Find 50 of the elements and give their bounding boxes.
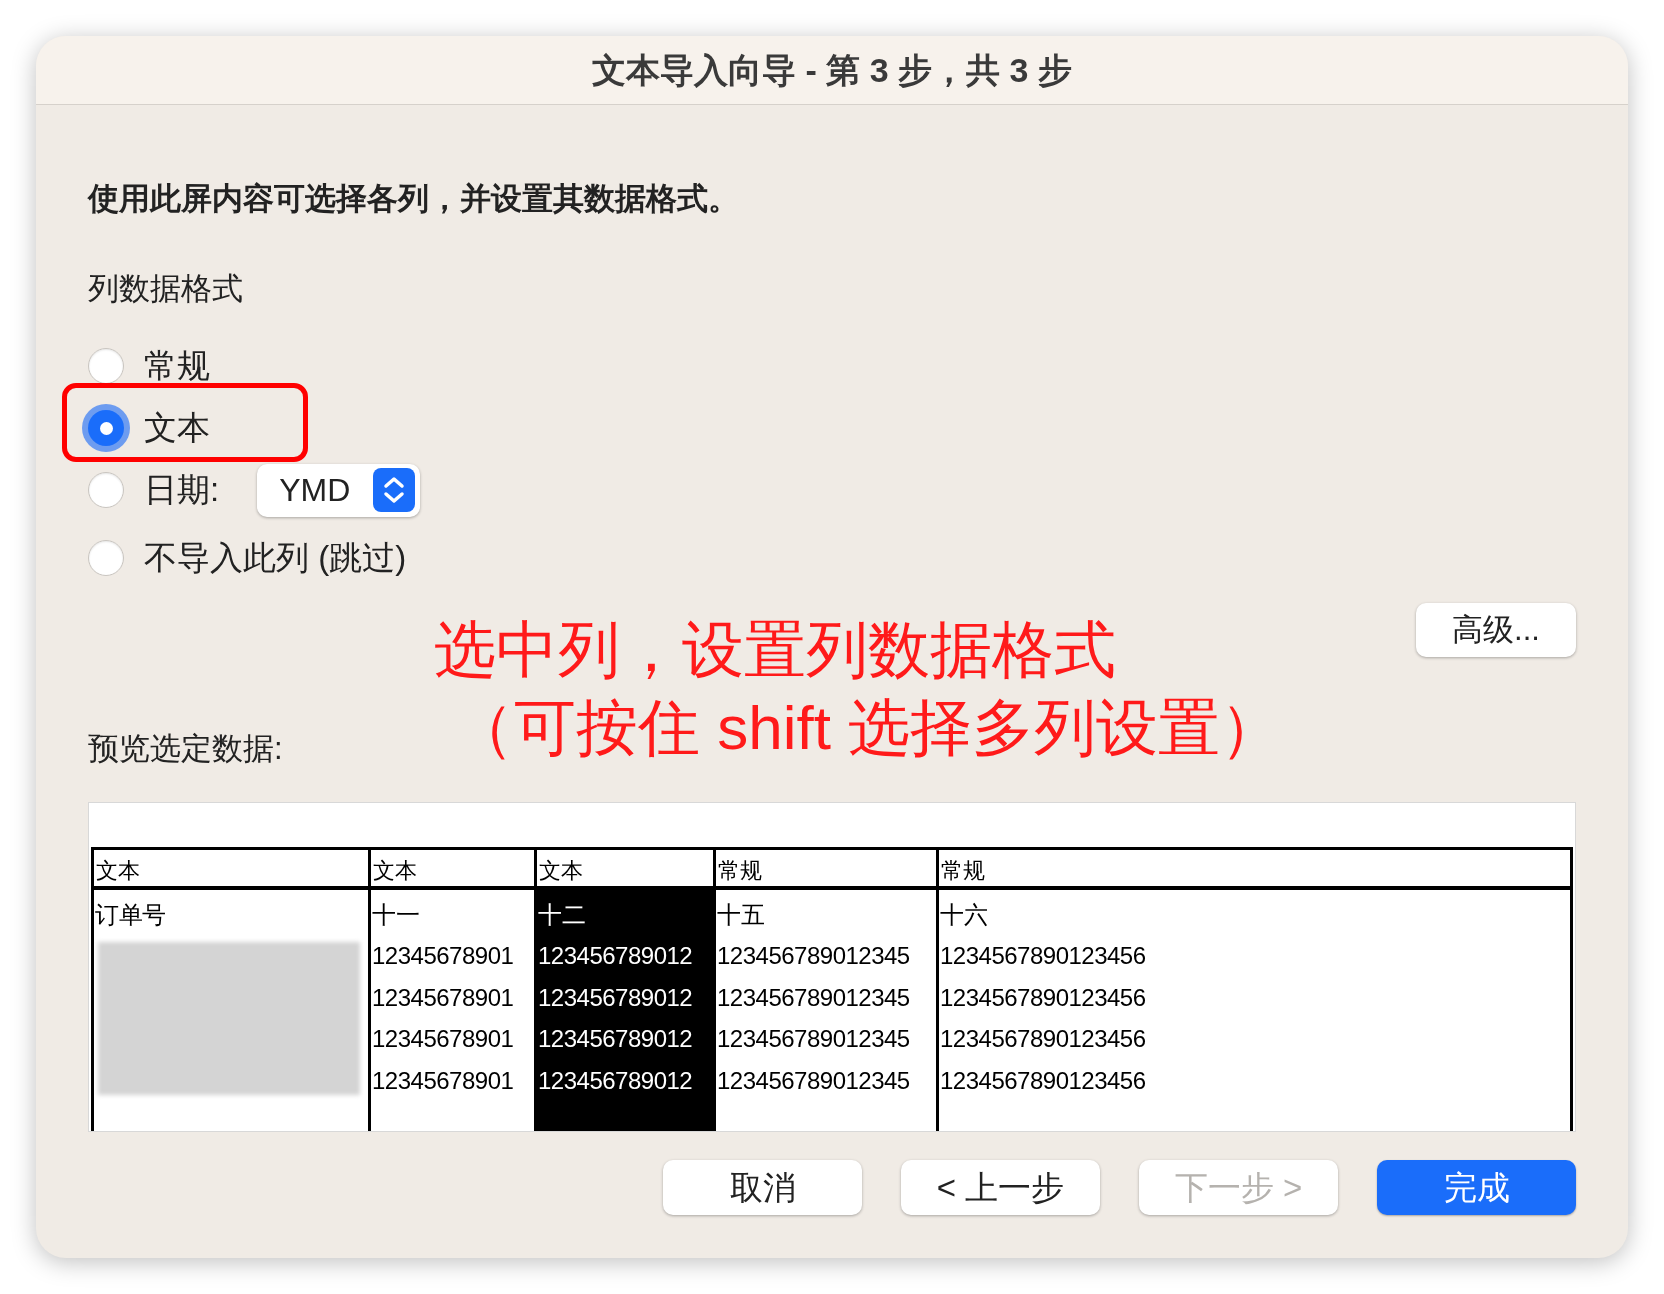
table-cell-text: 12345678901 [371,1024,515,1055]
table-cell-text: 十一 [371,899,420,930]
advanced-button[interactable]: 高级... [1416,603,1576,657]
table-cell-text: 123456789012345 [716,941,911,972]
table-cell-text: 十六 [939,899,988,930]
table-cell-text: 1234567890123456 [939,1065,1147,1096]
radio-button[interactable] [88,472,124,508]
stepper-icon [373,468,416,512]
preview-column[interactable]: 文本 十一 12345678901 12345678901 12345678901 12345678901 [368,847,534,1131]
table-cell-text: 1234567890123456 [939,941,1147,972]
date-format-select[interactable]: YMD [257,463,421,517]
table-cell-text: 123456789012 [537,1024,694,1055]
column-format: 常规 [941,857,985,885]
table-cell-text: 订单号 [94,899,167,930]
dialog-button[interactable]: 完成 [1377,1160,1576,1215]
table-cell-text: 123456789012 [537,941,694,972]
radio-button[interactable] [88,540,124,576]
column-format: 常规 [718,857,762,885]
radio-label: 常规 [144,346,210,387]
preview-column[interactable]: 文本 订单号 [91,847,368,1131]
table-cell-text: 123456789012 [537,1065,694,1096]
annotation-text: （可按住 shift 选择多列设置） [452,692,1283,764]
table-cell-text: 123456789012345 [716,982,911,1013]
table-cell-text: 1234567890123456 [939,1024,1147,1055]
radio-label: 不导入此列 (跳过) [144,538,407,579]
preview-column[interactable]: 文本 十二 123456789012 123456789012 123456789012 123456789012 [534,847,713,1131]
table-cell-text: 123456789012345 [716,1024,911,1055]
table-cell-text: 12345678901 [371,941,515,972]
preview-column[interactable]: 常规 十五 123456789012345 123456789012345 123456789012345 123456789012345 [713,847,936,1131]
table-cell-text: 123456789012 [537,982,694,1013]
preview-column[interactable]: 常规 十六 1234567890123456 1234567890123456 1234567890123456 1234567890123456 [936,847,1573,1131]
dialog-button[interactable]: < 上一步 [901,1160,1100,1215]
table-cell-text: 12345678901 [371,1065,515,1096]
radio-label: 日期: [144,470,220,511]
preview-label: 预览选定数据: [88,729,283,768]
table-cell-text: 123456789012345 [716,1065,911,1096]
window-title: 文本导入向导 - 第 3 步，共 3 步 [592,49,1072,91]
radio-button[interactable] [88,348,124,384]
column-format: 文本 [96,857,140,885]
table-cell-text: 十二 [537,899,586,930]
instruction-text: 使用此屏内容可选择各列，并设置其数据格式。 [88,179,739,218]
column-format: 文本 [539,857,583,885]
table-cell-text: 1234567890123456 [939,982,1147,1013]
column-format: 文本 [373,857,417,885]
radio-label: 文本 [144,408,210,449]
section-label: 列数据格式 [88,269,243,308]
dialog-button[interactable]: 取消 [663,1160,862,1215]
table-cell-text: 十五 [716,899,765,930]
annotation-text: 选中列，设置列数据格式 [434,614,1117,686]
table-cell-text: 12345678901 [371,982,515,1013]
